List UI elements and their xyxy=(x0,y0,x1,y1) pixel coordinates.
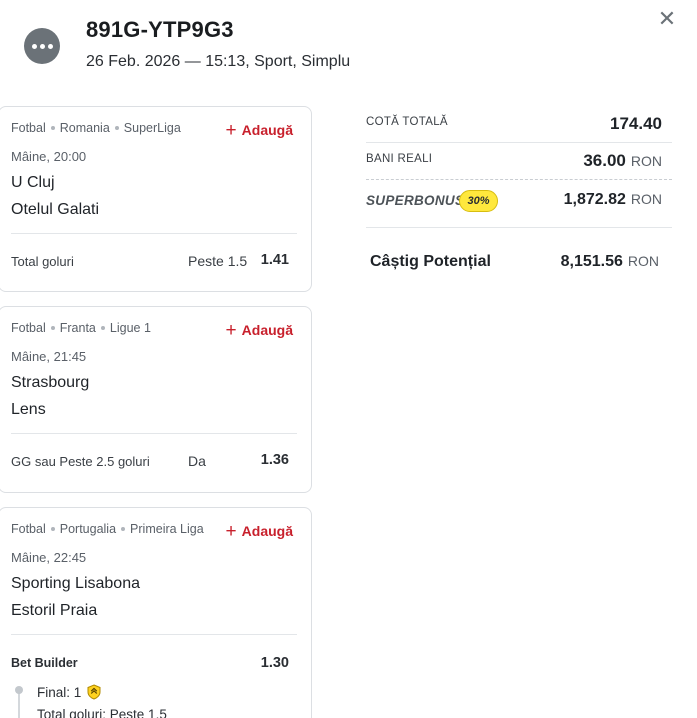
add-button[interactable]: + Adaugă xyxy=(226,119,293,141)
divider xyxy=(11,233,297,234)
potential-win-label: Câștig Potențial xyxy=(370,253,491,270)
add-button[interactable]: + Adaugă xyxy=(226,319,293,341)
superbonus-value: 1,872.82 RON xyxy=(563,191,662,208)
country-label: Portugalia xyxy=(59,522,117,536)
home-team: U Cluj xyxy=(11,174,55,191)
shield-icon xyxy=(87,684,101,700)
superbonus-badge: 30% xyxy=(459,190,498,212)
pick-value: Da xyxy=(188,453,206,469)
divider xyxy=(11,634,297,635)
league-label: Ligue 1 xyxy=(109,321,151,335)
home-team: Strasbourg xyxy=(11,374,90,391)
away-team: Otelul Galati xyxy=(11,201,100,218)
bet-builder-selection: Final: 1 xyxy=(37,684,102,700)
country-label: Romania xyxy=(59,121,110,135)
plus-icon: + xyxy=(225,120,237,141)
league-label: Primeira Liga xyxy=(130,522,204,536)
event-breadcrumb: Fotbal Franta Ligue 1 xyxy=(11,321,151,335)
event-card: Fotbal Franta Ligue 1 + Adaugă Mâine, 21:45… xyxy=(0,306,312,493)
total-odd-label: Cotă totală xyxy=(366,116,448,128)
event-time: Mâine, 20:00 xyxy=(11,149,87,164)
sport-label: Fotbal xyxy=(11,522,46,536)
total-odd-row: Cotă totală 174.40 xyxy=(366,108,672,138)
divider xyxy=(366,227,672,228)
potential-win-value: 8,151.56 RON xyxy=(560,253,659,270)
event-card: Fotbal Romania SuperLiga + Adaugă Mâine, 20… xyxy=(0,106,312,292)
market-name: GG sau Peste 2.5 goluri xyxy=(11,454,150,469)
stake-row: Bani reali 36.00 RON xyxy=(366,144,672,178)
odd-value: 1.30 xyxy=(260,655,289,671)
odd-value: 1.41 xyxy=(260,252,289,268)
divider xyxy=(11,433,297,434)
away-team: Estoril Praia xyxy=(11,602,98,619)
event-time: Mâine, 22:45 xyxy=(11,550,87,565)
add-button[interactable]: + Adaugă xyxy=(226,520,293,542)
pick-value: Peste 1.5 xyxy=(188,253,248,269)
selection-bullet xyxy=(15,686,23,694)
ticket-header: 891G-YTP9G3 26 Feb. 2026 — 15:13, Sport,… xyxy=(0,0,697,95)
plus-icon: + xyxy=(225,521,237,542)
market-name: Total goluri xyxy=(11,254,74,269)
ticket-id: 891G-YTP9G3 xyxy=(86,17,234,42)
away-team: Lens xyxy=(11,401,46,418)
event-breadcrumb: Fotbal Romania SuperLiga xyxy=(11,121,181,135)
country-label: Franta xyxy=(59,321,96,335)
stake-value: 36.00 RON xyxy=(583,151,662,170)
ticket-meta: 26 Feb. 2026 — 15:13, Sport, Simplu xyxy=(86,53,351,70)
sport-label: Fotbal xyxy=(11,121,46,135)
stake-label: Bani reali xyxy=(366,153,433,165)
event-time: Mâine, 21:45 xyxy=(11,349,87,364)
superbonus-label: SUPERBONUS xyxy=(366,193,465,208)
sport-label: Fotbal xyxy=(11,321,46,335)
divider xyxy=(366,142,672,143)
league-label: SuperLiga xyxy=(123,121,181,135)
close-icon[interactable]: ✕ xyxy=(655,6,679,31)
more-dots-icon[interactable] xyxy=(24,28,60,64)
bet-builder-label: Bet Builder xyxy=(11,656,78,670)
event-card: Fotbal Portugalia Primeira Liga + Adaugă Mâ… xyxy=(0,507,312,718)
bet-builder-selection: Total goluri: Peste 1.5 xyxy=(37,707,167,718)
total-odd-value: 174.40 xyxy=(610,114,662,133)
home-team: Sporting Lisabona xyxy=(11,575,140,592)
divider xyxy=(366,179,672,180)
odd-value: 1.36 xyxy=(260,452,289,468)
event-breadcrumb: Fotbal Portugalia Primeira Liga xyxy=(11,522,204,536)
plus-icon: + xyxy=(225,320,237,341)
